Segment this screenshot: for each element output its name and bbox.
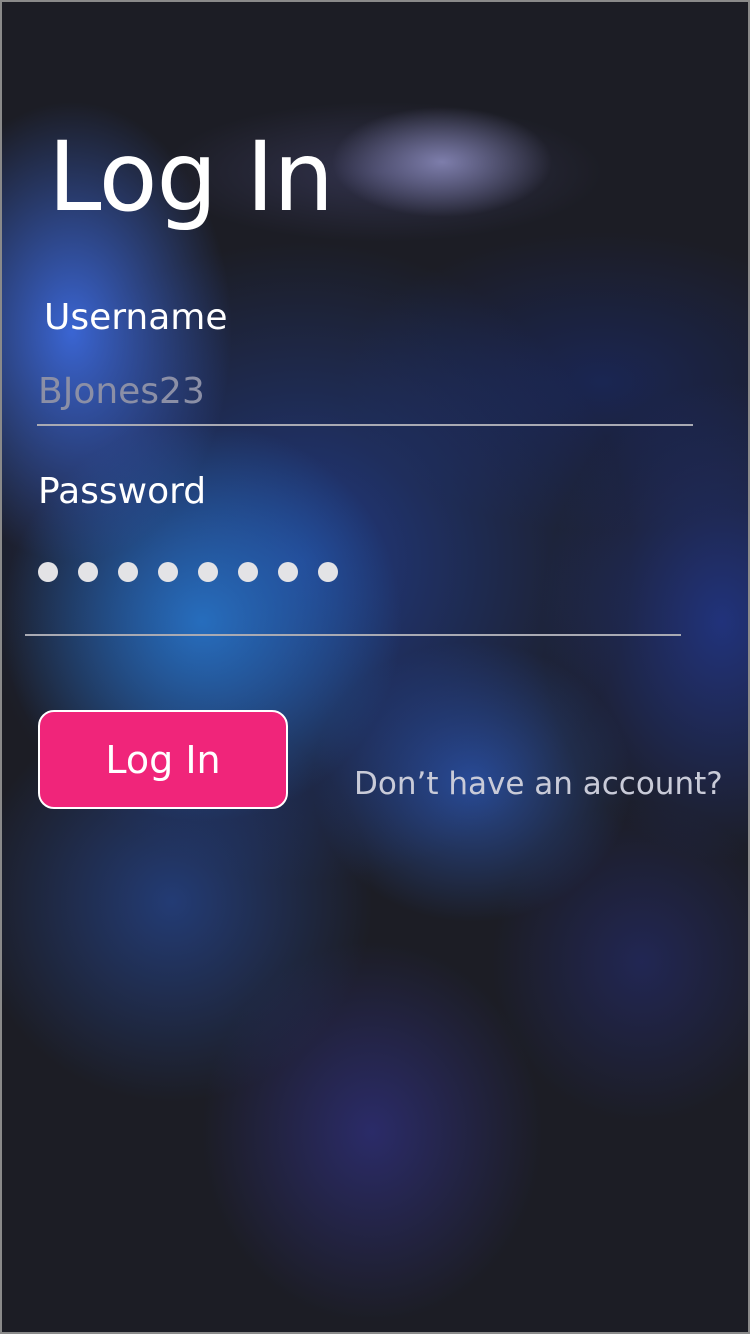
signup-link[interactable]: Don’t have an account? bbox=[354, 766, 723, 803]
password-field[interactable] bbox=[38, 562, 338, 582]
password-dot bbox=[198, 562, 218, 582]
password-dot bbox=[318, 562, 338, 582]
username-field[interactable] bbox=[38, 364, 688, 418]
password-dot bbox=[78, 562, 98, 582]
page-title: Log In bbox=[48, 121, 334, 233]
password-dot bbox=[38, 562, 58, 582]
password-dot bbox=[238, 562, 258, 582]
password-dot bbox=[158, 562, 178, 582]
username-label: Username bbox=[44, 297, 228, 338]
password-dot bbox=[278, 562, 298, 582]
login-screen: Log In Username Password Log In Don’t ha… bbox=[0, 0, 750, 1334]
password-underline bbox=[25, 634, 681, 636]
password-dot bbox=[118, 562, 138, 582]
password-label: Password bbox=[38, 471, 207, 512]
username-underline bbox=[37, 424, 693, 426]
login-button[interactable]: Log In bbox=[38, 710, 288, 809]
